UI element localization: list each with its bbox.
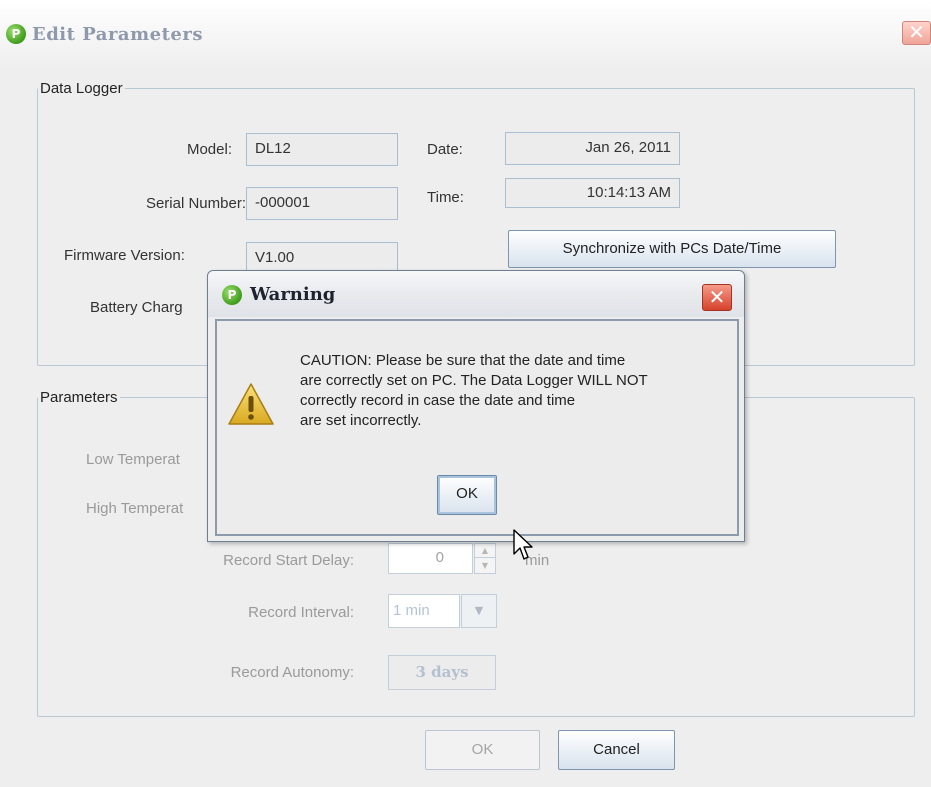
synchronize-date-time-button[interactable]: Synchronize with PCs Date/Time <box>508 230 836 268</box>
warning-title: Warning <box>250 284 336 305</box>
data-logger-legend: Data Logger <box>40 80 123 97</box>
low-temperature-label: Low Temperat <box>86 451 180 468</box>
warning-message: CAUTION: Please be sure that the date an… <box>300 351 648 431</box>
warning-message-line: correctly record in case the date and ti… <box>300 392 576 409</box>
date-field: Jan 26, 2011 <box>505 132 680 165</box>
time-label: Time: <box>427 189 464 206</box>
window-title: Edit Parameters <box>32 24 203 45</box>
mouse-pointer-icon <box>513 529 533 560</box>
app-logo-icon: P <box>222 285 242 305</box>
record-start-delay-label: Record Start Delay: <box>223 552 354 569</box>
spinner-down-icon[interactable]: ▼ <box>475 559 495 573</box>
warning-close-button[interactable]: ✕ <box>702 284 732 311</box>
warning-body: CAUTION: Please be sure that the date an… <box>215 319 739 560</box>
high-temperature-label: High Temperat <box>86 500 184 517</box>
close-button[interactable]: ✕ <box>902 21 931 45</box>
warning-ok-button[interactable]: OK <box>437 475 497 515</box>
warning-dialog: P Warning ✕ CAUTION: Please be sure that… <box>207 270 745 560</box>
start-delay-spinner[interactable]: ▲ ▼ <box>474 543 496 574</box>
main-titlebar[interactable]: P Edit Parameters ✕ <box>0 0 931 70</box>
spinner-up-icon[interactable]: ▲ <box>475 544 495 558</box>
parameters-legend: Parameters <box>40 389 118 406</box>
record-autonomy-field: 3 days <box>388 655 496 690</box>
record-autonomy-label: Record Autonomy: <box>230 664 354 681</box>
model-field: DL12 <box>246 133 398 166</box>
record-start-delay-input[interactable]: 0 <box>388 543 473 574</box>
warning-icon <box>228 383 274 425</box>
record-interval-label: Record Interval: <box>248 604 354 621</box>
model-label: Model: <box>186 141 232 158</box>
warning-message-line: CAUTION: Please be sure that the date an… <box>300 352 626 369</box>
warning-titlebar[interactable]: P Warning ✕ <box>208 271 744 317</box>
battery-charge-label: Battery Charg <box>90 299 183 316</box>
warning-message-line: are correctly set on PC. The Data Logger… <box>300 372 648 389</box>
serial-number-label: Serial Number: <box>145 195 246 212</box>
serial-number-field: -000001 <box>246 187 398 220</box>
cancel-button[interactable]: Cancel <box>558 730 675 770</box>
warning-message-line: are set incorrectly. <box>300 412 422 429</box>
date-label: Date: <box>427 141 463 158</box>
ok-button[interactable]: OK <box>425 730 540 770</box>
app-logo-icon: P <box>6 24 26 44</box>
interval-dropdown-arrow-icon[interactable]: ▼ <box>461 594 497 628</box>
time-field: 10:14:13 AM <box>505 178 680 208</box>
firmware-version-label: Firmware Version: <box>64 247 185 264</box>
record-interval-select[interactable]: 1 min <box>388 594 460 628</box>
